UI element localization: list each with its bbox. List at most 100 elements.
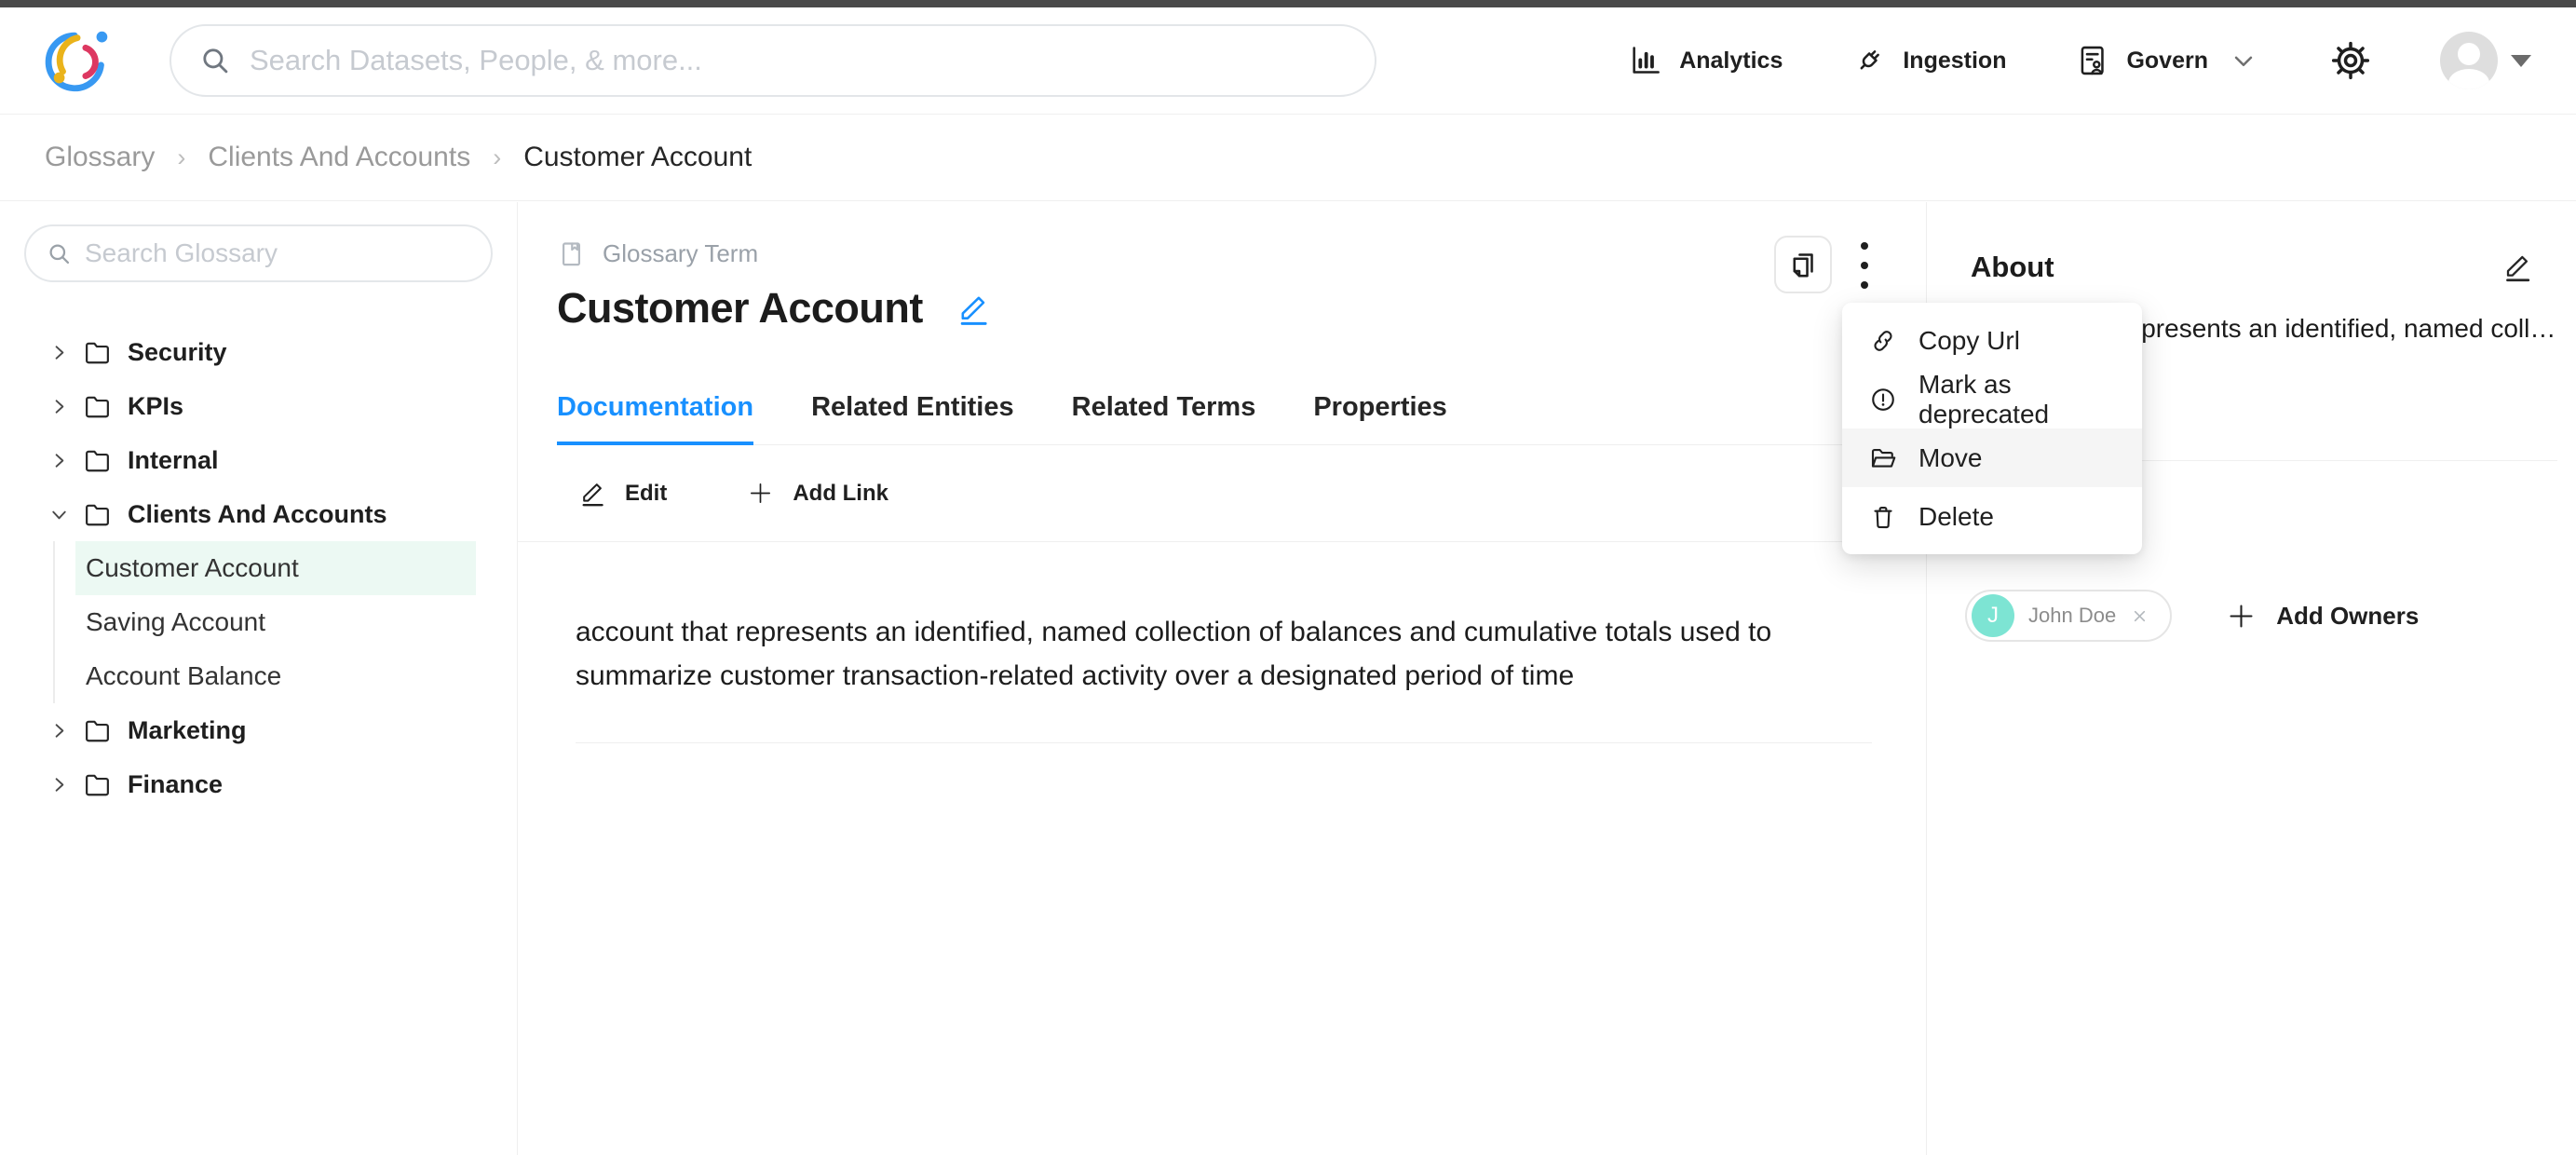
folder-icon — [83, 392, 112, 421]
owners-section: J John Doe Add Owners — [1965, 590, 2419, 642]
breadcrumb-glossary[interactable]: Glossary — [45, 142, 155, 173]
certificate-person-icon — [2075, 43, 2110, 78]
close-icon[interactable] — [2130, 606, 2149, 626]
tree-node-kpis[interactable]: KPIs — [0, 379, 517, 433]
chevron-down-icon[interactable] — [48, 504, 70, 525]
tree-node-marketing[interactable]: Marketing — [0, 703, 517, 757]
tree-node-clients-and-accounts[interactable]: Clients And Accounts — [0, 487, 517, 541]
tree-leaf-saving-account[interactable]: Saving Account — [75, 595, 476, 649]
breadcrumb-customer-account: Customer Account — [523, 142, 752, 173]
add-link-label: Add Link — [793, 481, 888, 507]
tree-leaf-customer-account[interactable]: Customer Account — [75, 541, 476, 595]
chevron-right-icon[interactable] — [48, 774, 70, 795]
header-nav: Analytics Ingestion Govern — [1628, 32, 2531, 89]
menu-item-label: Mark as deprecated — [1918, 370, 2115, 429]
edit-about-icon[interactable] — [2502, 251, 2533, 283]
glossary-search-bar[interactable] — [24, 224, 493, 282]
folder-icon — [83, 446, 112, 475]
entity-type: Glossary Term — [557, 239, 758, 268]
tree-leaf-label: Saving Account — [86, 607, 265, 637]
plus-icon — [747, 479, 774, 508]
tab-properties[interactable]: Properties — [1313, 371, 1446, 444]
tab-documentation[interactable]: Documentation — [557, 371, 753, 444]
title-row: Customer Account — [557, 284, 991, 333]
datahub-logo[interactable] — [45, 24, 117, 97]
add-owners-label: Add Owners — [2276, 602, 2419, 631]
nav-analytics[interactable]: Analytics — [1628, 43, 1783, 78]
plus-icon — [2226, 601, 2257, 632]
entity-context-menu: Copy Url Mark as deprecated Move Delete — [1842, 303, 2142, 554]
tab-related-entities[interactable]: Related Entities — [811, 371, 1014, 444]
tab-related-terms[interactable]: Related Terms — [1072, 371, 1256, 444]
pen-icon — [579, 479, 606, 508]
warning-circle-icon — [1869, 386, 1897, 414]
plug-icon — [1851, 43, 1887, 78]
link-icon — [1869, 327, 1897, 355]
global-search-bar[interactable] — [169, 24, 1376, 97]
tree-node-label: Clients And Accounts — [128, 500, 387, 529]
owner-chip-john-doe[interactable]: J John Doe — [1965, 590, 2172, 642]
chevron-right-icon[interactable] — [48, 720, 70, 741]
chevron-down-icon — [2226, 43, 2261, 78]
tree-node-label: Finance — [128, 770, 223, 799]
edit-label: Edit — [625, 481, 667, 507]
menu-item-copy-url[interactable]: Copy Url — [1842, 311, 2142, 370]
glossary-tree: Security KPIs Internal Clients And Accou… — [0, 325, 517, 811]
user-menu[interactable] — [2440, 32, 2531, 89]
nav-ingestion[interactable]: Ingestion — [1851, 43, 2006, 78]
tree-node-internal[interactable]: Internal — [0, 433, 517, 487]
menu-item-move[interactable]: Move — [1842, 428, 2142, 487]
breadcrumb-separator: › — [493, 143, 501, 172]
tree-leaf-account-balance[interactable]: Account Balance — [75, 649, 476, 703]
glossary-search-input[interactable] — [85, 238, 470, 268]
glossary-sidebar: Security KPIs Internal Clients And Accou… — [0, 202, 518, 1155]
menu-item-mark-as-deprecated[interactable]: Mark as deprecated — [1842, 370, 2142, 428]
owner-avatar: J — [1972, 594, 2014, 637]
tree-leaf-label: Customer Account — [86, 553, 299, 583]
glossary-term-icon — [557, 239, 586, 268]
nav-analytics-label: Analytics — [1679, 48, 1783, 75]
section-divider — [576, 742, 1872, 743]
breadcrumb-separator: › — [177, 143, 185, 172]
edit-title-icon[interactable] — [956, 291, 991, 327]
entity-tabs: Documentation Related Entities Related T… — [557, 371, 1926, 445]
folder-icon — [83, 716, 112, 745]
folder-icon — [83, 338, 112, 367]
tree-leaf-label: Account Balance — [86, 661, 281, 691]
window-top-strip — [0, 0, 2576, 7]
chevron-right-icon[interactable] — [48, 396, 70, 417]
entity-profile: Glossary Term Customer Account Documenta… — [518, 202, 1927, 1155]
caret-down-icon — [2511, 55, 2531, 67]
folder-open-icon — [1869, 444, 1897, 472]
nav-ingestion-label: Ingestion — [1903, 48, 2006, 75]
bar-chart-icon — [1628, 43, 1663, 78]
nav-govern[interactable]: Govern — [2075, 43, 2261, 78]
edit-documentation-button[interactable]: Edit — [579, 479, 667, 508]
avatar-person-icon — [2440, 32, 2498, 89]
menu-item-label: Move — [1918, 443, 1982, 473]
breadcrumb-clients-and-accounts[interactable]: Clients And Accounts — [208, 142, 470, 173]
copy-icon — [1787, 249, 1819, 280]
add-link-button[interactable]: Add Link — [747, 479, 888, 508]
folder-icon — [83, 770, 112, 799]
search-icon — [47, 241, 72, 266]
menu-item-delete[interactable]: Delete — [1842, 487, 2142, 546]
chevron-right-icon[interactable] — [48, 342, 70, 363]
page-title: Customer Account — [557, 284, 923, 333]
tree-node-finance[interactable]: Finance — [0, 757, 517, 811]
chevron-right-icon[interactable] — [48, 450, 70, 471]
more-options-button[interactable] — [1844, 230, 1885, 301]
entity-type-label: Glossary Term — [603, 239, 758, 268]
global-search-input[interactable] — [250, 44, 1347, 77]
tree-children-clients-and-accounts: Customer Account Saving Account Account … — [53, 541, 476, 703]
tree-node-label: Marketing — [128, 716, 247, 745]
copy-entity-button[interactable] — [1774, 236, 1832, 293]
tree-node-security[interactable]: Security — [0, 325, 517, 379]
gear-icon[interactable] — [2330, 40, 2371, 81]
owner-name: John Doe — [2028, 604, 2116, 628]
add-owners-button[interactable]: Add Owners — [2226, 601, 2419, 632]
search-icon — [199, 45, 231, 76]
menu-item-label: Delete — [1918, 502, 1994, 532]
tree-node-label: Internal — [128, 446, 219, 475]
term-description: account that represents an identified, n… — [576, 610, 1889, 698]
